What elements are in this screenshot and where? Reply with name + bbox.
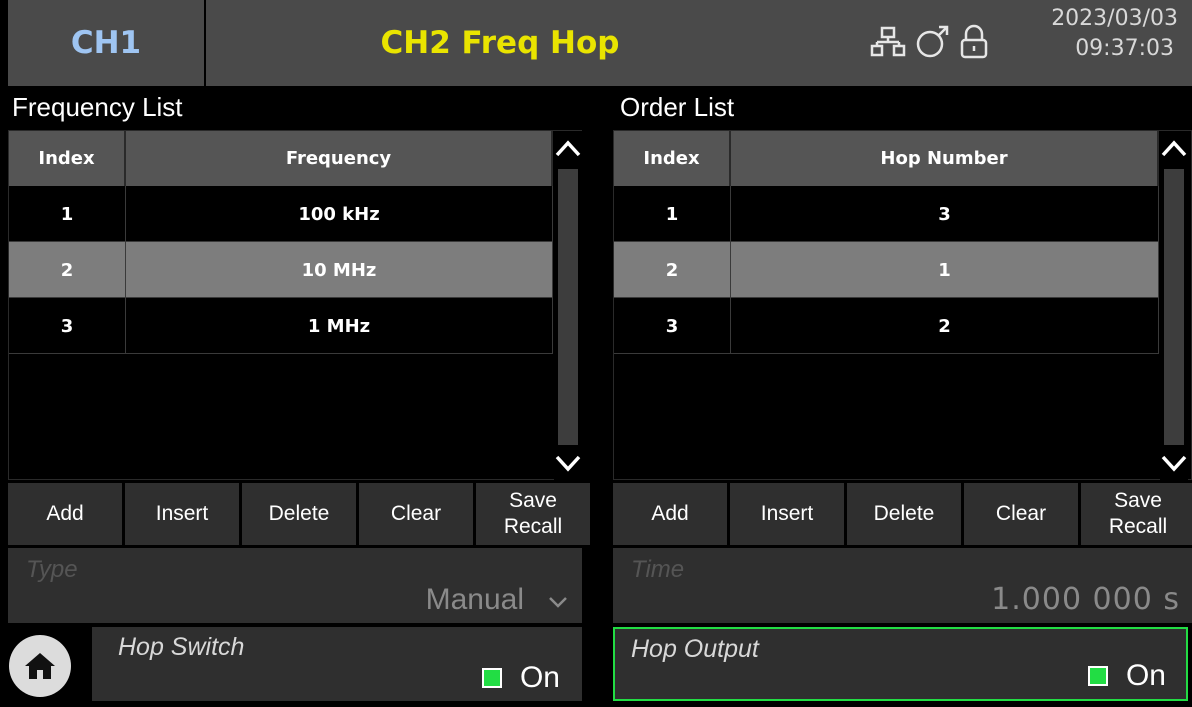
column-header-hop-number: Hop Number xyxy=(731,131,1159,186)
table-row-selected[interactable]: 2 10 MHz xyxy=(9,242,553,298)
row-frequency: 10 MHz xyxy=(126,242,553,298)
hop-switch-value: On xyxy=(519,661,560,694)
row-frequency: 100 kHz xyxy=(126,186,553,242)
tab-ch1[interactable]: CH1 xyxy=(8,0,204,86)
save-recall-button[interactable]: Save Recall xyxy=(476,483,590,545)
hop-switch-state: On xyxy=(481,661,560,695)
home-button[interactable] xyxy=(9,635,71,697)
table-row[interactable]: 1 100 kHz xyxy=(9,186,553,242)
hop-output-field[interactable]: Hop Output On xyxy=(613,627,1188,701)
hop-output-value: On xyxy=(1125,659,1166,692)
scroll-down-icon[interactable] xyxy=(554,449,582,477)
scroll-track[interactable] xyxy=(558,169,578,445)
time-label: Time xyxy=(631,556,685,583)
row-index: 3 xyxy=(9,298,126,354)
order-button-bar: Add Insert Delete Clear Save Recall xyxy=(613,483,1192,545)
clear-button[interactable]: Clear xyxy=(964,483,1078,545)
status-area: 2023/03/03 09:37:03 xyxy=(794,0,1192,86)
add-button[interactable]: Add xyxy=(613,483,727,545)
hop-switch-label: Hop Switch xyxy=(118,633,245,661)
frequency-list-title: Frequency List xyxy=(12,92,183,122)
row-hop-number: 1 xyxy=(731,242,1159,298)
hop-output-state: On xyxy=(1087,659,1166,693)
type-value: Manual xyxy=(425,583,524,616)
row-index: 1 xyxy=(614,186,731,242)
row-index: 2 xyxy=(614,242,731,298)
delete-button[interactable]: Delete xyxy=(242,483,356,545)
time-field[interactable]: Time 1.000 000 s xyxy=(613,548,1192,623)
on-indicator xyxy=(481,668,502,688)
type-field[interactable]: Type Manual xyxy=(8,548,582,623)
row-hop-number: 2 xyxy=(731,298,1159,354)
home-icon xyxy=(25,653,55,679)
row-hop-number: 3 xyxy=(731,186,1159,242)
time-value: 1.000 000 s xyxy=(991,582,1180,617)
recall-label: Recall xyxy=(1108,515,1168,538)
insert-button[interactable]: Insert xyxy=(730,483,844,545)
row-index: 2 xyxy=(9,242,126,298)
frequency-button-bar: Add Insert Delete Clear Save Recall xyxy=(8,483,590,545)
save-label: Save xyxy=(509,489,557,512)
date-text: 2023/03/03 xyxy=(1051,6,1178,31)
network-icon xyxy=(870,26,906,57)
on-indicator xyxy=(1087,666,1108,686)
row-frequency: 1 MHz xyxy=(126,298,553,354)
row-index: 1 xyxy=(9,186,126,242)
add-button[interactable]: Add xyxy=(8,483,122,545)
table-row-selected[interactable]: 2 1 xyxy=(614,242,1159,298)
order-scrollbar[interactable] xyxy=(1160,131,1188,481)
table-row[interactable]: 3 2 xyxy=(614,298,1159,354)
scroll-up-icon[interactable] xyxy=(554,135,582,163)
datetime: 2023/03/03 09:37:03 xyxy=(1051,4,1178,64)
table-row[interactable]: 3 1 MHz xyxy=(9,298,553,354)
tab-ch2-freq-hop[interactable]: CH2 Freq Hop xyxy=(206,0,794,86)
insert-button[interactable]: Insert xyxy=(125,483,239,545)
recall-label: Recall xyxy=(503,515,563,538)
order-table: Index Hop Number 1 3 2 1 3 2 xyxy=(613,130,1192,481)
scroll-down-icon[interactable] xyxy=(1160,449,1188,477)
scroll-up-icon[interactable] xyxy=(1160,135,1188,163)
table-header: Index Frequency xyxy=(9,131,553,186)
save-recall-button[interactable]: Save Recall xyxy=(1081,483,1192,545)
remote-icon xyxy=(916,25,949,58)
frequency-table: Index Frequency 1 100 kHz 2 10 MHz 3 1 M… xyxy=(8,130,582,481)
chevron-down-icon[interactable] xyxy=(548,595,568,609)
table-row[interactable]: 1 3 xyxy=(614,186,1159,242)
type-label: Type xyxy=(26,556,78,583)
top-bar: CH1 CH2 Freq Hop 2023/03/03 09:37:03 xyxy=(0,0,1192,86)
column-header-index: Index xyxy=(614,131,731,186)
lock-icon xyxy=(960,24,988,59)
save-label: Save xyxy=(1114,489,1162,512)
scroll-track[interactable] xyxy=(1164,169,1184,445)
table-header: Index Hop Number xyxy=(614,131,1159,186)
hop-switch-field[interactable]: Hop Switch On xyxy=(92,627,582,701)
clear-button[interactable]: Clear xyxy=(359,483,473,545)
row-index: 3 xyxy=(614,298,731,354)
delete-button[interactable]: Delete xyxy=(847,483,961,545)
frequency-scrollbar[interactable] xyxy=(554,131,582,481)
column-header-index: Index xyxy=(9,131,126,186)
column-header-frequency: Frequency xyxy=(126,131,553,186)
order-list-title: Order List xyxy=(620,92,735,122)
time-text: 09:37:03 xyxy=(1075,36,1174,61)
hop-output-label: Hop Output xyxy=(631,635,759,663)
